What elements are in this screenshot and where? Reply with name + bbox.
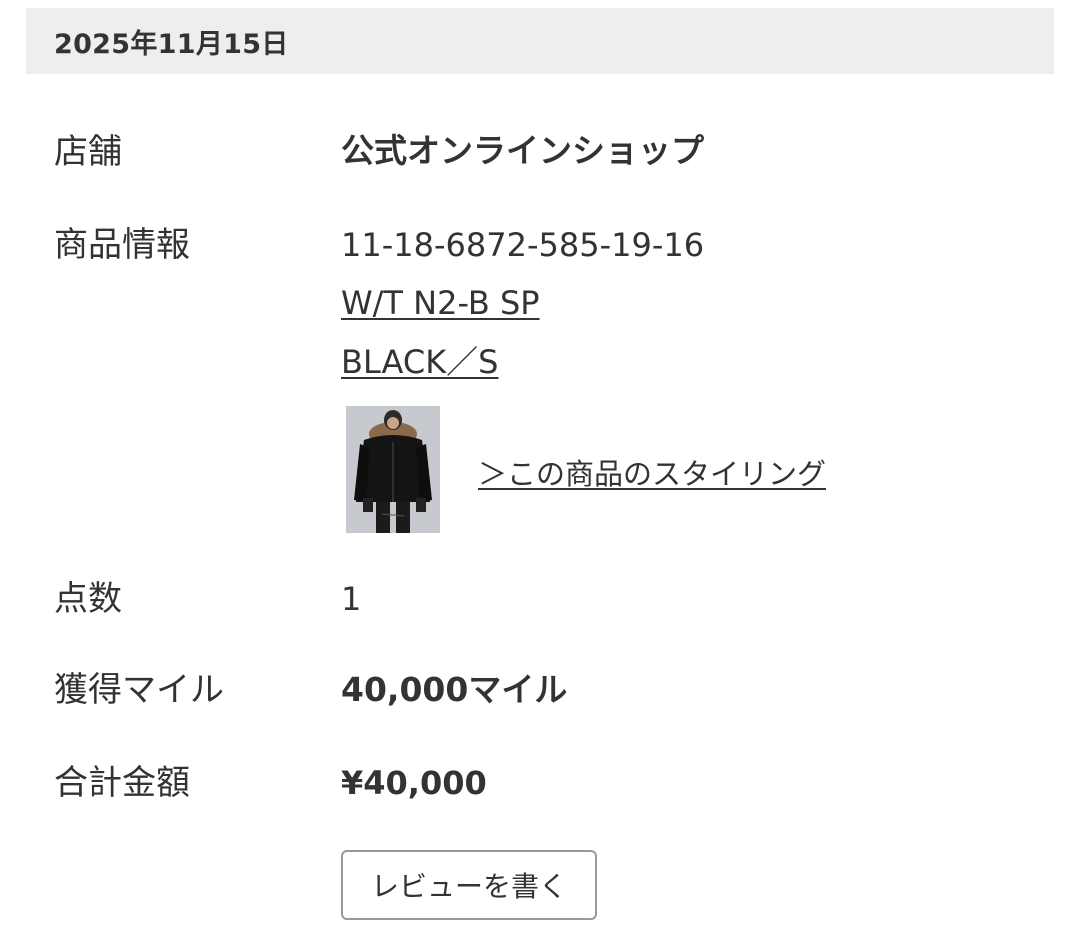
product-photo-image <box>346 406 440 533</box>
product-variant-link[interactable]: BLACK／S <box>341 346 499 378</box>
product-styling-link[interactable]: ＞この商品のスタイリング <box>478 451 826 493</box>
total-value: ¥40,000 <box>341 764 487 802</box>
store-value: 公式オンラインショップ <box>341 131 704 170</box>
order-date: 2025年11月15日 <box>54 28 289 60</box>
product-code: 11-18-6872-585-19-16 <box>341 226 705 264</box>
miles-label: 獲得マイル <box>54 670 224 710</box>
product-info-label: 商品情報 <box>54 225 190 265</box>
product-name-link[interactable]: W/T N2-B SP <box>341 287 540 319</box>
quantity-value: 1 <box>341 580 362 618</box>
miles-value: 40,000マイル <box>341 670 568 709</box>
total-label: 合計金額 <box>54 763 190 803</box>
store-label: 店舗 <box>54 132 122 172</box>
write-review-label: レビューを書く <box>370 870 567 903</box>
quantity-label: 点数 <box>54 579 122 619</box>
write-review-button[interactable]: レビューを書く <box>341 850 597 920</box>
order-date-header: 2025年11月15日 <box>26 8 1054 74</box>
order-detail-page: 2025年11月15日 店舗 公式オンラインショップ 商品情報 11-18-68… <box>0 0 1080 945</box>
product-thumbnail[interactable] <box>346 406 440 533</box>
